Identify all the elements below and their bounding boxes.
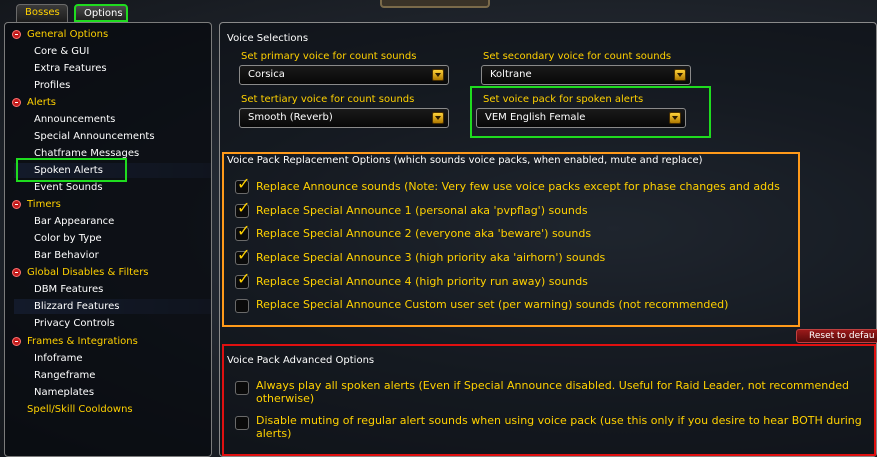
checkmark-icon: ✓ [237,245,251,264]
chevron-down-icon[interactable] [432,69,444,81]
disable-muting-label: Disable muting of regular alert sounds w… [256,414,862,440]
tree-general-options[interactable]: General Options [12,27,108,42]
tertiary-voice-label: Set tertiary voice for count sounds [241,94,415,105]
tree-privacy-controls[interactable]: Privacy Controls [34,316,115,331]
tree-blizzard-features[interactable]: Blizzard Features [14,299,211,314]
highlight-spoken-alerts [16,158,127,182]
replace-announce-label: Replace Announce sounds (Note: Very few … [256,180,780,193]
tree-infoframe[interactable]: Infoframe [34,351,83,366]
replace-special-1-checkbox[interactable]: ✓ [235,200,250,218]
advanced-options-title: Voice Pack Advanced Options [227,355,375,366]
tree-nameplates[interactable]: Nameplates [34,385,94,400]
tab-options[interactable]: Options [74,4,128,22]
secondary-voice-label: Set secondary voice for count sounds [483,51,672,62]
collapse-icon[interactable] [12,30,21,39]
replace-special-custom-label: Replace Special Announce Custom user set… [256,298,729,311]
chevron-down-icon[interactable] [432,112,444,124]
tree-announcements[interactable]: Announcements [34,112,115,127]
replace-special-2-label: Replace Special Announce 2 (everyone aka… [256,227,592,240]
tertiary-voice-dropdown[interactable]: Smooth (Reverb) [239,108,449,128]
tree-profiles[interactable]: Profiles [34,78,70,93]
tree-bar-appearance[interactable]: Bar Appearance [34,214,114,229]
replace-special-2-checkbox[interactable]: ✓ [235,223,250,241]
tertiary-voice-value: Smooth (Reverb) [248,112,333,123]
tree-dbm-features[interactable]: DBM Features [34,282,103,297]
replace-special-3-checkbox[interactable]: ✓ [235,247,250,265]
tree-frames-integrations[interactable]: Frames & Integrations [12,334,138,349]
tree-rangeframe[interactable]: Rangeframe [34,368,95,383]
tree-spell-cooldowns[interactable]: Spell/Skill Cooldowns [27,402,133,417]
tree-bar-behavior[interactable]: Bar Behavior [34,248,99,263]
tree-color-by-type[interactable]: Color by Type [34,231,102,246]
checkmark-icon: ✓ [237,221,251,240]
tree-global-disables[interactable]: Global Disables & Filters [12,265,149,280]
checkmark-icon: ✓ [237,198,251,217]
primary-voice-dropdown[interactable]: Corsica [239,65,449,85]
tree-alerts[interactable]: Alerts [12,95,56,110]
secondary-voice-value: Koltrane [490,69,532,80]
always-play-alerts-checkbox[interactable] [235,381,249,395]
top-ornament [380,0,490,8]
disable-muting-checkbox[interactable] [235,416,249,430]
primary-voice-label: Set primary voice for count sounds [241,51,417,62]
collapse-icon[interactable] [12,200,21,209]
tree-core-gui[interactable]: Core & GUI [34,44,89,59]
replace-announce-checkbox[interactable]: ✓ [235,176,250,194]
collapse-icon[interactable] [12,98,21,107]
always-play-alerts-label: Always play all spoken alerts (Even if S… [256,379,849,405]
replace-special-1-label: Replace Special Announce 1 (personal aka… [256,204,588,217]
primary-voice-value: Corsica [248,69,285,80]
voice-selections-title: Voice Selections [227,33,309,44]
tree-event-sounds[interactable]: Event Sounds [34,180,103,195]
replace-special-3-label: Replace Special Announce 3 (high priorit… [256,251,606,264]
replace-special-4-checkbox[interactable]: ✓ [235,271,250,289]
replacement-options-title: Voice Pack Replacement Options (which so… [227,155,703,166]
tree-timers[interactable]: Timers [12,197,61,212]
replace-special-4-label: Replace Special Announce 4 (high priorit… [256,275,588,288]
highlight-voice-pack [470,86,711,138]
reset-to-defaults-button[interactable]: Reset to defau [796,329,877,343]
collapse-icon[interactable] [12,268,21,277]
tree-special-announcements[interactable]: Special Announcements [34,129,155,144]
tab-bosses[interactable]: Bosses [16,4,68,22]
replace-special-custom-checkbox[interactable] [235,299,249,313]
chevron-down-icon[interactable] [674,69,686,81]
tree-extra-features[interactable]: Extra Features [34,61,107,76]
secondary-voice-dropdown[interactable]: Koltrane [481,65,691,85]
checkmark-icon: ✓ [237,269,251,288]
checkmark-icon: ✓ [237,174,251,193]
collapse-icon[interactable] [12,337,21,346]
